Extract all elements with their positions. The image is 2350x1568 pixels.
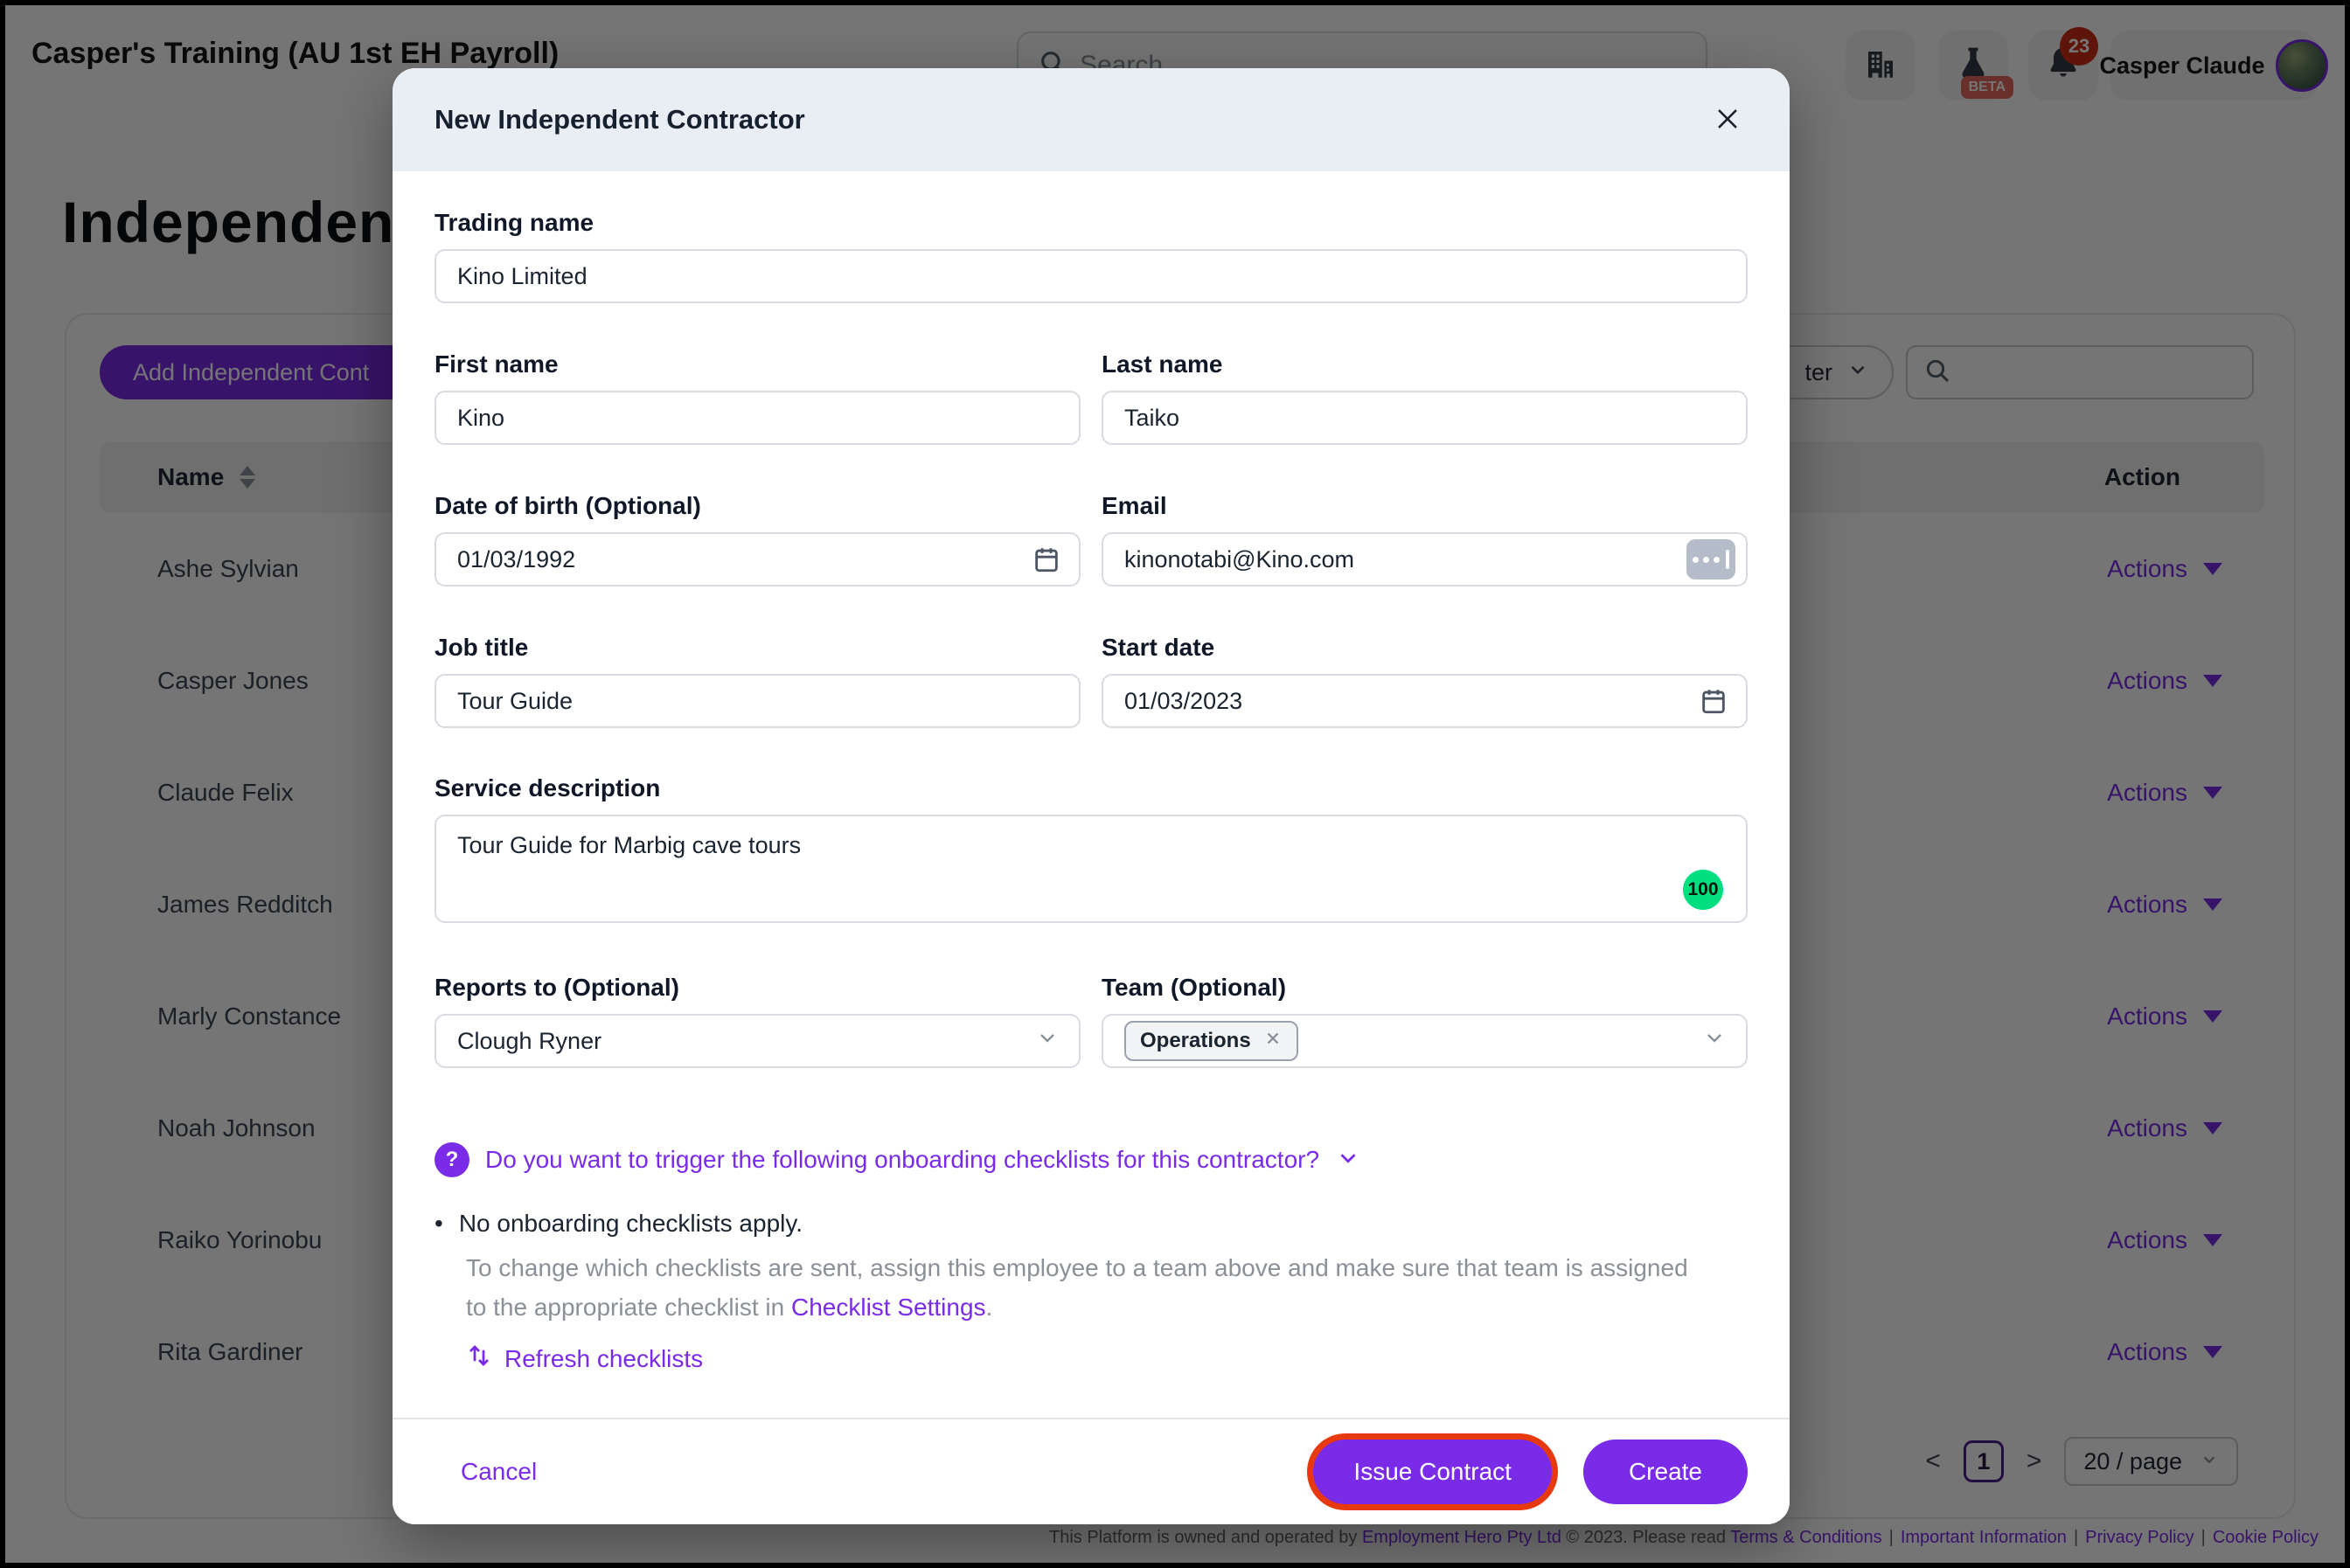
issue-contract-button[interactable]: Issue Contract <box>1313 1440 1552 1504</box>
service-description-textarea[interactable] <box>435 815 1748 923</box>
first-name-label: First name <box>435 350 1081 378</box>
question-mark-icon: ? <box>435 1142 469 1177</box>
remove-chip-icon[interactable] <box>1263 1029 1283 1054</box>
close-button[interactable] <box>1707 99 1748 142</box>
new-contractor-modal: New Independent Contractor Trading name … <box>393 68 1790 1524</box>
team-select[interactable]: Operations <box>1102 1014 1748 1068</box>
cancel-button[interactable]: Cancel <box>461 1458 537 1486</box>
trading-name-label: Trading name <box>435 209 1748 237</box>
last-name-label: Last name <box>1102 350 1748 378</box>
service-description-label: Service description <box>435 774 1748 802</box>
trading-name-input[interactable] <box>435 249 1748 303</box>
no-checklists-message: No onboarding checklists apply. <box>459 1210 803 1238</box>
start-date-label: Start date <box>1102 634 1748 662</box>
modal-body: Trading name First name Last name Date o… <box>393 171 1790 1375</box>
close-icon <box>1713 104 1742 136</box>
dob-input[interactable] <box>435 532 1081 586</box>
reports-to-select[interactable]: Clough Ryner <box>435 1014 1081 1068</box>
last-name-input[interactable] <box>1102 391 1748 445</box>
dob-label: Date of birth (Optional) <box>435 492 1081 520</box>
onboarding-checklists-toggle[interactable]: ? Do you want to trigger the following o… <box>435 1142 1748 1177</box>
team-label: Team (Optional) <box>1102 974 1748 1002</box>
start-date-input[interactable] <box>1102 674 1748 728</box>
checklists-help-text: To change which checklists are sent, ass… <box>466 1248 1690 1327</box>
modal-footer: Cancel Issue Contract Create <box>393 1418 1790 1524</box>
modal-title: New Independent Contractor <box>435 104 805 135</box>
refresh-icon <box>466 1343 492 1375</box>
chevron-down-icon <box>1035 1026 1060 1057</box>
refresh-checklists-button[interactable]: Refresh checklists <box>466 1343 1748 1375</box>
team-chip: Operations <box>1124 1021 1298 1061</box>
chevron-down-icon <box>1702 1026 1727 1057</box>
email-input[interactable] <box>1102 532 1748 586</box>
bullet-icon: • <box>435 1210 443 1238</box>
calendar-icon[interactable] <box>1699 686 1728 716</box>
chevron-down-icon <box>1335 1145 1361 1176</box>
create-button[interactable]: Create <box>1583 1440 1748 1504</box>
reports-to-label: Reports to (Optional) <box>435 974 1081 1002</box>
job-title-label: Job title <box>435 634 1081 662</box>
first-name-input[interactable] <box>435 391 1081 445</box>
job-title-input[interactable] <box>435 674 1081 728</box>
calendar-icon[interactable] <box>1032 545 1061 574</box>
app-screen: Casper's Training (AU 1st EH Payroll) BE… <box>0 0 2350 1568</box>
checklist-settings-link[interactable]: Checklist Settings <box>791 1294 986 1321</box>
email-label: Email <box>1102 492 1748 520</box>
autofill-icon <box>1686 539 1735 579</box>
character-count-badge: 100 <box>1683 870 1723 910</box>
modal-header: New Independent Contractor <box>393 68 1790 171</box>
